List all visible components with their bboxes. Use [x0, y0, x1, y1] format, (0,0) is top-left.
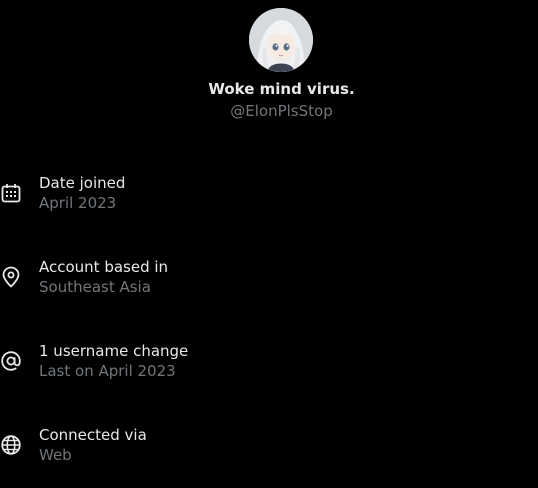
- about-value: Web: [39, 446, 72, 464]
- about-row-date-joined: Date joined April 2023: [0, 173, 538, 221]
- at-sign-icon: [0, 350, 22, 372]
- about-value: Southeast Asia: [39, 278, 151, 296]
- about-row-connected-via: Connected via Web: [0, 425, 538, 473]
- username-handle: @ElonPlsStop: [230, 102, 333, 120]
- about-value: April 2023: [39, 194, 117, 212]
- display-name: Woke mind virus.: [208, 80, 355, 98]
- about-label: Account based in: [39, 258, 169, 276]
- about-label: Date joined: [39, 174, 126, 192]
- calendar-icon: [0, 182, 22, 204]
- about-value: Last on April 2023: [39, 362, 176, 380]
- about-row-username-change: 1 username change Last on April 2023: [0, 341, 538, 389]
- about-row-account-based-in: Account based in Southeast Asia: [0, 257, 538, 305]
- globe-icon: [0, 434, 22, 456]
- avatar[interactable]: [249, 8, 313, 72]
- about-label: 1 username change: [39, 342, 189, 360]
- location-pin-icon: [0, 266, 22, 288]
- avatar-image: [249, 8, 313, 72]
- about-label: Connected via: [39, 426, 147, 444]
